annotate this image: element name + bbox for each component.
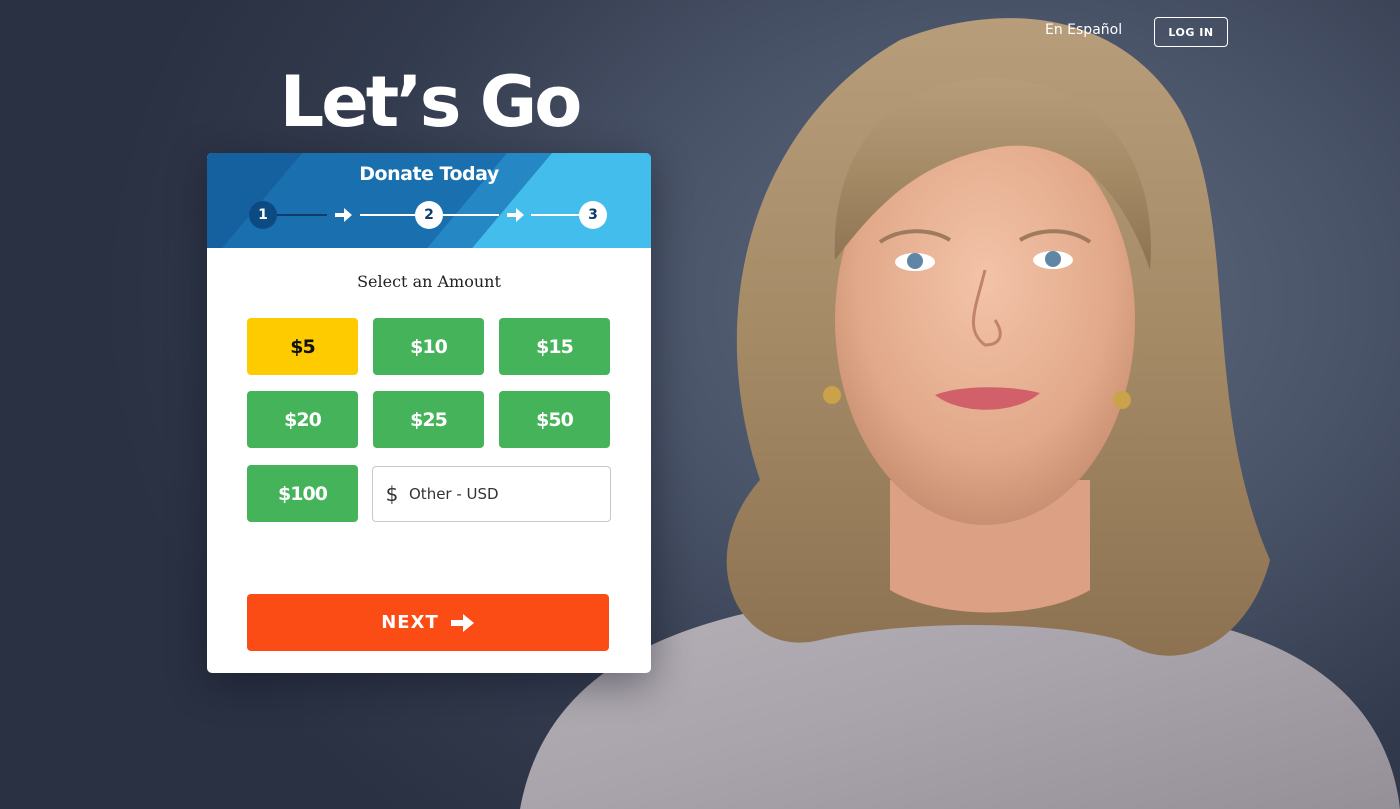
amount-button-10[interactable]: $10 [373, 318, 484, 375]
donate-card-header: Donate Today 1 2 3 [207, 153, 651, 248]
step-connector [443, 214, 499, 216]
step-progress: 1 2 3 [207, 201, 651, 229]
next-button-label: NEXT [381, 612, 439, 633]
select-amount-label: Select an Amount [357, 272, 501, 291]
step-2-indicator: 2 [415, 201, 443, 229]
step-connector [277, 214, 327, 216]
arrow-right-icon [335, 208, 352, 222]
arrow-right-icon [507, 208, 524, 222]
page-headline: Let’s Go [279, 61, 583, 143]
step-1-indicator: 1 [249, 201, 277, 229]
amount-button-25[interactable]: $25 [373, 391, 484, 448]
step-connector [531, 214, 579, 216]
other-amount-input[interactable] [409, 485, 599, 503]
donate-card-title: Donate Today [359, 163, 499, 185]
donate-card: Donate Today 1 2 3 Select an Amount $5 $… [207, 153, 651, 673]
step-3-indicator: 3 [579, 201, 607, 229]
arrow-right-icon [450, 613, 474, 632]
dollar-icon: $ [385, 482, 399, 506]
amount-button-20[interactable]: $20 [247, 391, 358, 448]
hair-shape [726, 18, 1270, 656]
next-button[interactable]: NEXT [247, 594, 609, 651]
jacket-shape [520, 570, 1400, 809]
other-amount-field[interactable]: $ [372, 466, 611, 522]
amount-button-5[interactable]: $5 [247, 318, 358, 375]
amount-button-100[interactable]: $100 [247, 465, 358, 522]
face-shape [835, 115, 1135, 525]
language-link-spanish[interactable]: En Español [1045, 22, 1122, 38]
login-button[interactable]: LOG IN [1154, 17, 1228, 47]
step-connector [360, 214, 415, 216]
amount-button-15[interactable]: $15 [499, 318, 610, 375]
amount-button-50[interactable]: $50 [499, 391, 610, 448]
